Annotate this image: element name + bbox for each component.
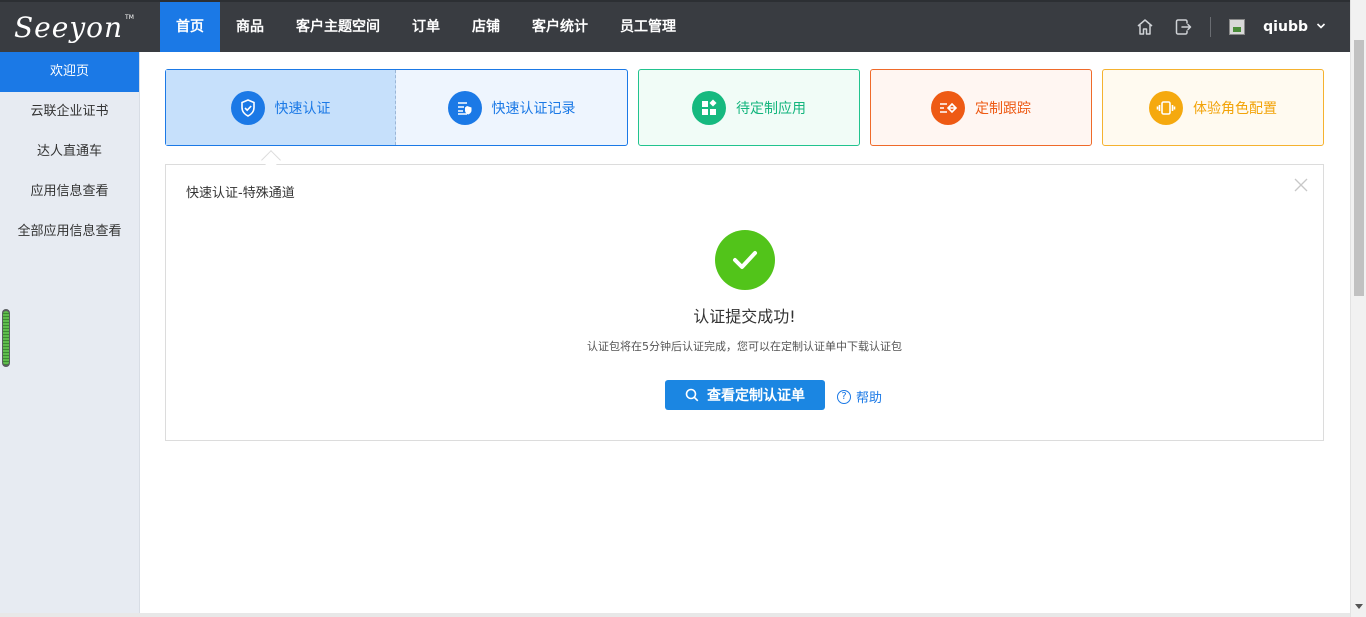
apps-grid-icon	[692, 90, 726, 125]
help-label: 帮助	[856, 391, 883, 406]
success-title: 认证提交成功!	[693, 307, 796, 326]
header-actions: qiubb	[1118, 2, 1326, 52]
close-icon[interactable]	[1293, 177, 1309, 193]
scrollbar-thumb[interactable]	[1354, 40, 1364, 296]
header-divider	[1210, 17, 1212, 37]
vibrate-icon	[1149, 90, 1183, 125]
nav-item-products[interactable]: 商品	[220, 2, 280, 52]
nav-item-orders[interactable]: 订单	[396, 2, 456, 52]
help-link[interactable]: ? 帮助	[837, 387, 882, 406]
sidebar: 欢迎页 云联企业证书 达人直通车 应用信息查看 全部应用信息查看	[0, 52, 140, 617]
avatar[interactable]	[1229, 19, 1246, 35]
top-navigation-bar: Seeyon TM 首页 商品 客户主题空间 订单 店铺 客户统计 员工管理 q…	[0, 0, 1350, 52]
question-circle-icon: ?	[837, 389, 851, 404]
custom-apps-label: 待定制应用	[736, 100, 806, 117]
tracking-icon	[931, 90, 965, 125]
role-config-card[interactable]: 体验角色配置	[1102, 69, 1324, 146]
quick-auth-card-group: 快速认证 快速认证记录	[165, 69, 628, 146]
shield-check-icon	[230, 90, 265, 125]
nav-item-customer-space[interactable]: 客户主题空间	[280, 2, 396, 52]
nav-item-home[interactable]: 首页	[160, 2, 220, 52]
quick-auth-record-label: 快速认证记录	[491, 100, 576, 117]
quick-auth-panel: 快速认证-特殊通道 认证提交成功! 认证包将在5分钟后认证完成，您可以在定制认证…	[165, 164, 1324, 441]
custom-apps-card[interactable]: 待定制应用	[638, 69, 860, 146]
success-message: 认证包将在5分钟后认证完成，您可以在定制认证单中下载认证包	[587, 340, 902, 353]
page-scrollbar[interactable]	[1350, 0, 1366, 617]
quick-auth-record-card[interactable]: 快速认证记录	[396, 70, 627, 145]
scroll-down-arrow-icon[interactable]	[1355, 604, 1363, 609]
role-config-label: 体验角色配置	[1193, 100, 1277, 117]
logo-text: Seeyon	[14, 10, 124, 44]
quick-auth-label: 快速认证	[274, 100, 331, 117]
quick-auth-card[interactable]: 快速认证	[166, 70, 396, 145]
sidebar-item-welcome[interactable]: 欢迎页	[0, 52, 139, 92]
sidebar-scroll-handle[interactable]	[2, 309, 10, 367]
logo-trademark: TM	[125, 13, 134, 21]
sidebar-item-expert-express[interactable]: 达人直通车	[0, 132, 139, 172]
home-icon[interactable]	[1134, 16, 1156, 38]
check-circle-icon	[715, 230, 775, 290]
panel-title: 快速认证-特殊通道	[186, 186, 295, 201]
logout-icon[interactable]	[1172, 16, 1194, 38]
nav-item-stores[interactable]: 店铺	[456, 2, 516, 52]
username[interactable]: qiubb	[1263, 19, 1308, 35]
seeyon-logo[interactable]: Seeyon TM	[0, 2, 160, 52]
search-icon	[685, 388, 699, 402]
chevron-down-icon[interactable]	[1316, 21, 1326, 34]
record-check-icon	[447, 90, 482, 125]
main-nav: 首页 商品 客户主题空间 订单 店铺 客户统计 员工管理	[160, 2, 692, 52]
view-custom-auth-label: 查看定制认证单	[707, 388, 805, 404]
sidebar-item-all-app-info[interactable]: 全部应用信息查看	[0, 212, 139, 252]
bottom-edge	[0, 613, 1350, 617]
sidebar-item-app-info[interactable]: 应用信息查看	[0, 172, 139, 212]
custom-tracking-card[interactable]: 定制跟踪	[870, 69, 1092, 146]
custom-tracking-label: 定制跟踪	[975, 100, 1031, 117]
nav-item-staff-management[interactable]: 员工管理	[604, 2, 692, 52]
sidebar-item-enterprise-cert[interactable]: 云联企业证书	[0, 92, 139, 132]
view-custom-auth-button[interactable]: 查看定制认证单	[665, 380, 825, 410]
nav-item-customer-stats[interactable]: 客户统计	[516, 2, 604, 52]
scroll-handle-grip	[3, 311, 9, 365]
